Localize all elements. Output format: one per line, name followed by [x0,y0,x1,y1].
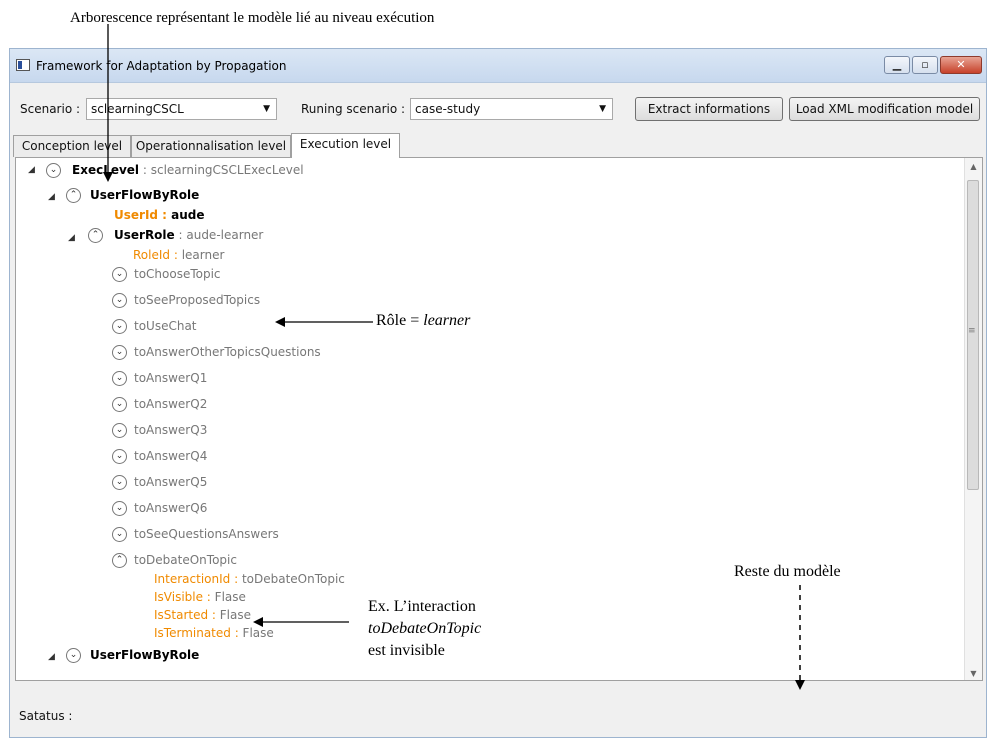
annotation-rest: Reste du modèle [734,563,841,580]
tab-execution-level[interactable]: Execution level [291,133,400,158]
annotation-role: Rôle = learner [376,312,471,329]
annotation-example: Ex. L’interaction toDebateOnTopic est in… [368,598,482,659]
annotation-arrows [103,24,805,690]
